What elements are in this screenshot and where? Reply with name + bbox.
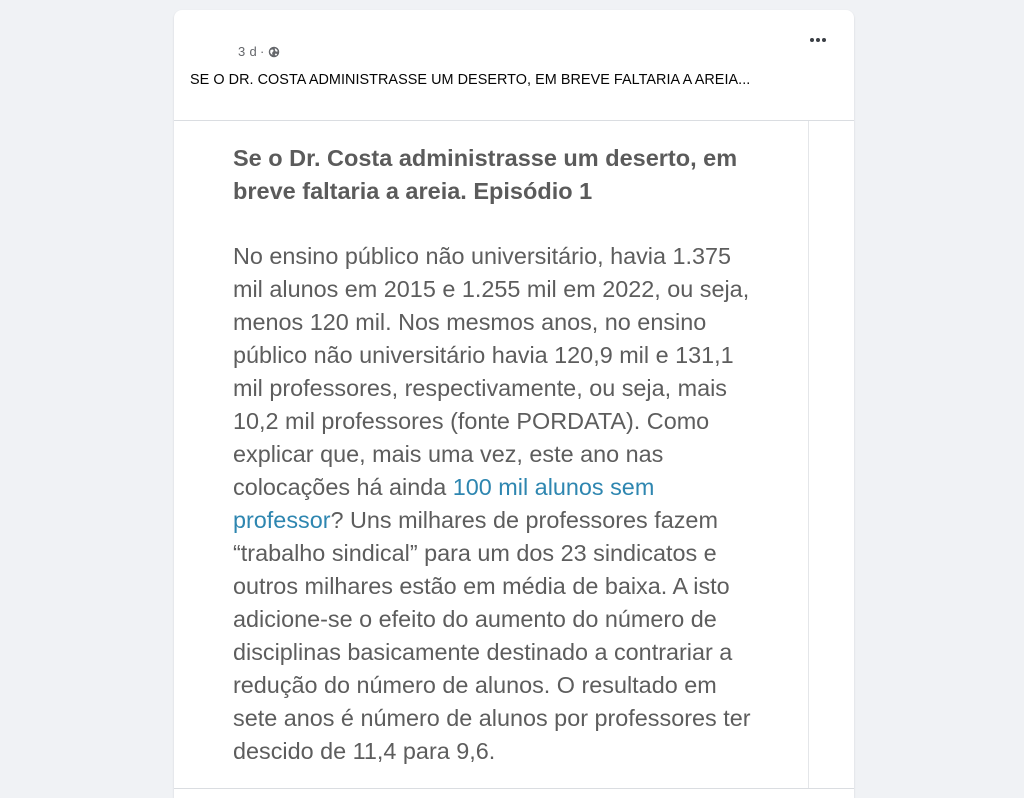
image-edge bbox=[808, 121, 809, 789]
highlighted-link: 100 mil alunos sem bbox=[452, 474, 655, 500]
ellipsis-dot bbox=[816, 38, 820, 42]
body-line: mil professores, respectivamente, ou sej… bbox=[233, 375, 728, 401]
meta-separator: · bbox=[259, 44, 265, 59]
image-bottom-divider bbox=[174, 788, 854, 789]
image-title-line: breve faltaria a areia. Episódio 1 bbox=[233, 178, 593, 204]
post-time[interactable]: 3 d bbox=[238, 44, 257, 59]
globe-icon[interactable] bbox=[268, 46, 280, 58]
body-line: público não universitário havia 120,9 mi… bbox=[233, 342, 734, 368]
ellipsis-icon bbox=[809, 38, 814, 42]
body-line: mil alunos em 2015 e 1.255 mil em 2022, … bbox=[233, 276, 750, 302]
body-line: redução do número de alunos. O resultado… bbox=[233, 672, 717, 698]
ellipsis-dot bbox=[822, 38, 827, 42]
highlighted-link: professor bbox=[233, 507, 331, 533]
body-line: “trabalho sindical” para um dos 23 sindi… bbox=[233, 540, 717, 566]
more-options-button[interactable] bbox=[802, 28, 834, 52]
post-card: 3 d · SE O DR. COSTA ADMINISTRASSE UM DE… bbox=[174, 10, 854, 798]
body-line: explicar que, mais uma vez, este ano nas bbox=[233, 441, 664, 467]
post-caption: SE O DR. COSTA ADMINISTRASSE UM DESERTO,… bbox=[190, 72, 751, 88]
post-meta: 3 d · bbox=[238, 44, 280, 59]
body-line: colocações há ainda bbox=[233, 474, 453, 500]
body-line: No ensino público não universitário, hav… bbox=[233, 243, 732, 269]
body-line: descido de 11,4 para 9,6. bbox=[233, 738, 496, 764]
image-title-line: Se o Dr. Costa administrasse um deserto,… bbox=[233, 145, 738, 171]
body-line: 10,2 mil professores (fonte PORDATA). Co… bbox=[233, 408, 710, 434]
body-line: adicione-se o efeito do aumento do númer… bbox=[233, 606, 717, 632]
body-line: ? Uns milhares de professores fazem bbox=[330, 507, 718, 533]
body-line: outros milhares estão em média de baixa.… bbox=[233, 573, 730, 599]
image-body-text: No ensino público não universitário, hav… bbox=[233, 240, 803, 768]
body-line: sete anos é número de alunos por profess… bbox=[233, 705, 751, 731]
body-line: disciplinas basicamente destinado a cont… bbox=[233, 639, 733, 665]
body-line: menos 120 mil. Nos mesmos anos, no ensin… bbox=[233, 309, 707, 335]
image-title: Se o Dr. Costa administrasse um deserto,… bbox=[233, 142, 793, 208]
